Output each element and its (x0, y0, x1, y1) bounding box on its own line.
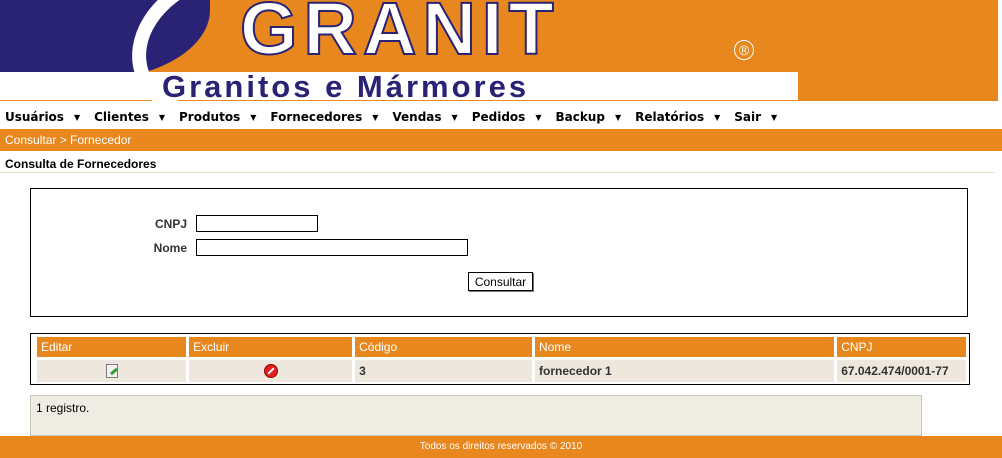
divider (0, 172, 995, 173)
results-panel: Editar Excluir Código Nome CNPJ 3 fornec… (30, 333, 970, 385)
menu-item-sair[interactable]: Sair ▼ (734, 107, 777, 127)
brand-tagline: Granitos e Mármores (162, 69, 530, 101)
delete-icon[interactable] (263, 364, 278, 379)
dropdown-arrow-icon: ▼ (451, 112, 458, 122)
page-title: Consulta de Fornecedores (5, 157, 157, 171)
column-header-nome: Nome (535, 337, 835, 357)
column-header-cnpj: CNPJ (837, 337, 966, 357)
table-row: 3 fornecedor 1 67.042.474/0001-77 (37, 357, 966, 382)
menu-item-usuarios[interactable]: Usuários ▼ (5, 107, 80, 127)
search-form: CNPJ Nome Consultar (30, 188, 968, 317)
edit-icon[interactable] (105, 364, 118, 379)
dropdown-arrow-icon: ▼ (73, 112, 81, 122)
menu-item-pedidos[interactable]: Pedidos ▼ (472, 107, 542, 127)
brand-logo-text: GRANIT (239, 0, 560, 70)
dropdown-arrow-icon: ▼ (250, 112, 257, 122)
nome-label: Nome (153, 241, 187, 255)
dropdown-arrow-icon: ▼ (771, 112, 778, 122)
dropdown-arrow-icon: ▼ (158, 112, 165, 122)
dropdown-arrow-icon: ▼ (535, 112, 542, 122)
menu-item-fornecedores[interactable]: Fornecedores ▼ (270, 107, 378, 127)
menu-item-vendas[interactable]: Vendas ▼ (392, 107, 457, 127)
menu-item-relatorios[interactable]: Relatórios ▼ (635, 107, 720, 127)
column-header-editar: Editar (37, 337, 187, 357)
dropdown-arrow-icon: ▼ (614, 112, 622, 122)
consultar-button[interactable]: Consultar (468, 272, 533, 291)
record-count: 1 registro. (30, 395, 922, 436)
results-table: Editar Excluir Código Nome CNPJ 3 fornec… (34, 337, 969, 382)
codigo-cell: 3 (355, 357, 533, 382)
dropdown-arrow-icon: ▼ (714, 112, 721, 122)
delete-cell (189, 357, 353, 382)
cnpj-cell: 67.042.474/0001-77 (837, 357, 966, 382)
registered-mark: ® (734, 40, 754, 60)
menu-item-produtos[interactable]: Produtos ▼ (179, 107, 256, 127)
column-header-codigo: Código (355, 337, 533, 357)
nome-cell: fornecedor 1 (535, 357, 835, 382)
cnpj-input[interactable] (196, 215, 318, 232)
dropdown-arrow-icon: ▼ (372, 112, 379, 122)
main-menu: Usuários ▼ Clientes ▼ Produtos ▼ Fornecedor… (0, 107, 1002, 127)
menu-item-backup[interactable]: Backup ▼ (555, 107, 621, 127)
cnpj-label: CNPJ (154, 217, 187, 231)
menu-item-clientes[interactable]: Clientes ▼ (94, 107, 165, 127)
column-header-excluir: Excluir (189, 337, 353, 357)
footer: Todos os direitos reservados © 2010 (0, 436, 1002, 458)
edit-cell (37, 357, 187, 382)
header-banner: GRANIT ® Granitos e Mármores (0, 0, 1002, 101)
nome-input[interactable] (196, 239, 468, 256)
breadcrumb: Consultar > Fornecedor (0, 129, 1002, 151)
